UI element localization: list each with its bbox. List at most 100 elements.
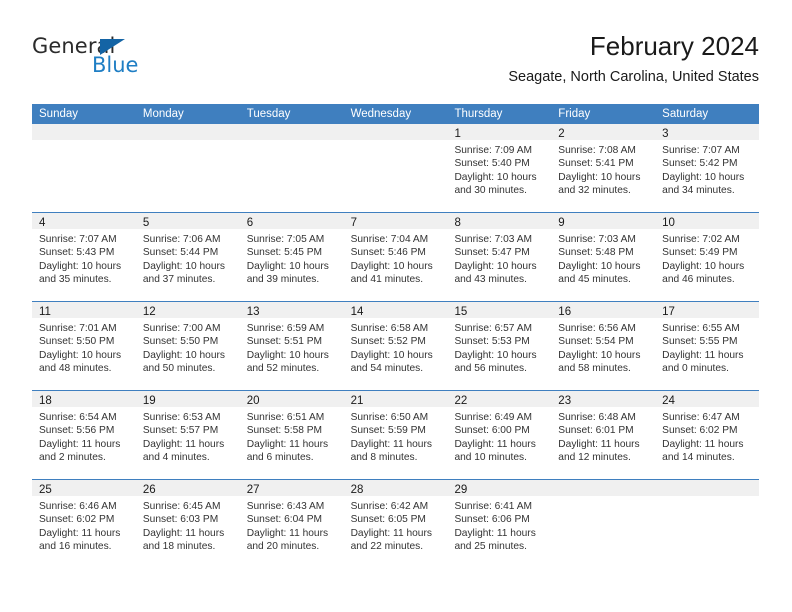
day-cell[interactable]: 16 Sunrise: 6:56 AM Sunset: 5:54 PM Dayligh… <box>551 302 656 390</box>
day-detail-line: Sunset: 5:43 PM <box>39 247 115 259</box>
day-number-band: 12 <box>135 302 240 318</box>
day-cell-details: Sunrise: 6:51 AM Sunset: 5:58 PM Daylight:… <box>240 407 344 465</box>
weekday-header-thursday: Thursday <box>454 108 503 120</box>
day-detail-line: Sunrise: 6:43 AM <box>246 501 325 512</box>
day-number-band: 14 <box>343 302 448 318</box>
general-blue-logo[interactable]: General Blue <box>32 34 212 90</box>
day-number: 2 <box>558 128 565 140</box>
day-cell[interactable]: 6 Sunrise: 7:05 AM Sunset: 5:45 PM Daylight… <box>239 213 344 301</box>
day-detail-line: and 48 minutes. <box>39 363 112 375</box>
day-cell-empty <box>135 124 240 212</box>
day-detail-line: and 12 minutes. <box>558 452 631 464</box>
day-number-band: 27 <box>239 480 344 496</box>
day-detail-line: Sunset: 5:57 PM <box>142 425 219 437</box>
day-cell[interactable]: 14 Sunrise: 6:58 AM Sunset: 5:52 PM Dayligh… <box>343 302 448 390</box>
day-cell[interactable]: 15 Sunrise: 6:57 AM Sunset: 5:53 PM Dayligh… <box>447 302 552 390</box>
day-detail-line: and 54 minutes. <box>350 363 424 375</box>
day-detail-line: Sunrise: 6:59 AM <box>246 323 325 334</box>
day-cell[interactable]: 10 Sunrise: 7:02 AM Sunset: 5:49 PM Dayligh… <box>655 213 760 301</box>
day-detail-line: and 8 minutes. <box>350 452 418 464</box>
day-detail-line: and 10 minutes. <box>454 452 527 464</box>
day-number: 22 <box>454 395 468 407</box>
day-detail-line: Sunset: 5:44 PM <box>142 247 219 259</box>
day-detail-line: Sunrise: 7:09 AM <box>454 145 533 156</box>
day-cell[interactable]: 17 Sunrise: 6:55 AM Sunset: 5:55 PM Dayligh… <box>655 302 760 390</box>
day-detail-line: Daylight: 10 hours <box>350 260 433 272</box>
day-detail-line: Sunset: 5:58 PM <box>246 425 323 437</box>
day-cell[interactable]: 28 Sunrise: 6:42 AM Sunset: 6:05 PM Dayligh… <box>343 480 448 568</box>
day-detail-line: Sunrise: 7:00 AM <box>142 323 221 334</box>
day-cell[interactable]: 1 Sunrise: 7:09 AM Sunset: 5:40 PM Daylight… <box>447 124 552 212</box>
day-detail-line: Daylight: 10 hours <box>246 260 329 272</box>
day-number-band: 10 <box>655 213 760 229</box>
weekday-header-row: Sunday Monday Tuesday Wednesday Thursday Frid… <box>32 104 759 124</box>
day-cell[interactable]: 27 Sunrise: 6:43 AM Sunset: 6:04 PM Dayligh… <box>239 480 344 568</box>
day-cell-details: Sunrise: 7:03 AM Sunset: 5:48 PM Daylight:… <box>551 229 655 287</box>
day-detail-line: Sunset: 5:59 PM <box>350 425 426 437</box>
day-cell[interactable]: 22 Sunrise: 6:49 AM Sunset: 6:00 PM Dayligh… <box>447 391 552 479</box>
day-detail-line: and 43 minutes. <box>454 274 527 286</box>
day-detail-line: and 34 minutes. <box>662 185 735 197</box>
day-detail-line: Daylight: 10 hours <box>454 260 537 272</box>
day-cell[interactable]: 3 Sunrise: 7:07 AM Sunset: 5:42 PM Daylight… <box>655 124 760 212</box>
day-cell[interactable]: 9 Sunrise: 7:03 AM Sunset: 5:48 PM Daylight… <box>551 213 656 301</box>
day-cell[interactable]: 18 Sunrise: 6:54 AM Sunset: 5:56 PM Dayligh… <box>32 391 136 479</box>
day-cell[interactable]: 26 Sunrise: 6:45 AM Sunset: 6:03 PM Dayligh… <box>135 480 240 568</box>
day-cell[interactable]: 25 Sunrise: 6:46 AM Sunset: 6:02 PM Dayligh… <box>32 480 136 568</box>
day-cell[interactable]: 11 Sunrise: 7:01 AM Sunset: 5:50 PM Dayligh… <box>32 302 136 390</box>
day-detail-line: Sunrise: 7:03 AM <box>558 234 636 245</box>
day-cell[interactable]: 8 Sunrise: 7:03 AM Sunset: 5:47 PM Daylight… <box>447 213 552 301</box>
day-cell[interactable]: 12 Sunrise: 7:00 AM Sunset: 5:50 PM Dayligh… <box>135 302 240 390</box>
weekday-header-monday: Monday <box>142 108 184 120</box>
day-detail-line: Daylight: 11 hours <box>142 527 225 539</box>
day-cell[interactable]: 2 Sunrise: 7:08 AM Sunset: 5:41 PM Daylight… <box>551 124 656 212</box>
day-detail-line: and 18 minutes. <box>142 541 216 553</box>
day-cell-details: Sunrise: 7:03 AM Sunset: 5:47 PM Daylight:… <box>447 229 551 287</box>
day-cell[interactable]: 4 Sunrise: 7:07 AM Sunset: 5:43 PM Daylight… <box>32 213 136 301</box>
day-detail-line: Daylight: 11 hours <box>39 438 121 450</box>
day-number-band <box>32 124 136 140</box>
day-detail-line: Sunrise: 6:56 AM <box>558 323 636 334</box>
page-header: General Blue February 2024 Seagate, Nort… <box>32 30 759 98</box>
day-cell[interactable]: 21 Sunrise: 6:50 AM Sunset: 5:59 PM Dayligh… <box>343 391 448 479</box>
day-detail-line: Daylight: 10 hours <box>558 349 641 361</box>
day-number: 18 <box>39 395 52 407</box>
day-detail-line: Sunset: 6:05 PM <box>350 514 426 526</box>
day-cell[interactable]: 19 Sunrise: 6:53 AM Sunset: 5:57 PM Dayligh… <box>135 391 240 479</box>
day-detail-line: and 14 minutes. <box>662 452 735 464</box>
day-detail-line: Sunset: 5:48 PM <box>558 247 634 259</box>
day-detail-line: Sunset: 5:45 PM <box>246 247 323 259</box>
day-number: 1 <box>454 128 461 140</box>
day-cell[interactable]: 20 Sunrise: 6:51 AM Sunset: 5:58 PM Dayligh… <box>239 391 344 479</box>
day-detail-line: Sunset: 6:00 PM <box>454 425 530 437</box>
day-number-band: 6 <box>239 213 344 229</box>
day-cell[interactable]: 29 Sunrise: 6:41 AM Sunset: 6:06 PM Dayligh… <box>447 480 552 568</box>
day-detail-line: and 4 minutes. <box>142 452 210 464</box>
day-detail-line: Sunset: 5:47 PM <box>454 247 530 259</box>
day-cell-details <box>240 140 344 144</box>
day-cell-details: Sunrise: 7:02 AM Sunset: 5:49 PM Daylight:… <box>655 229 759 287</box>
day-cell[interactable]: 23 Sunrise: 6:48 AM Sunset: 6:01 PM Dayligh… <box>551 391 656 479</box>
day-cell[interactable]: 7 Sunrise: 7:04 AM Sunset: 5:46 PM Daylight… <box>343 213 448 301</box>
day-detail-line: Sunrise: 6:46 AM <box>39 501 117 512</box>
day-cell-details <box>344 140 448 144</box>
day-cell[interactable]: 5 Sunrise: 7:06 AM Sunset: 5:44 PM Daylight… <box>135 213 240 301</box>
day-detail-line: Daylight: 11 hours <box>350 527 432 539</box>
day-cell[interactable]: 24 Sunrise: 6:47 AM Sunset: 6:02 PM Dayligh… <box>655 391 760 479</box>
day-cell-details: Sunrise: 7:08 AM Sunset: 5:41 PM Daylight:… <box>551 140 655 198</box>
day-detail-line: Sunrise: 7:07 AM <box>662 145 740 156</box>
day-number-band: 22 <box>447 391 552 407</box>
day-cell[interactable]: 13 Sunrise: 6:59 AM Sunset: 5:51 PM Dayligh… <box>239 302 344 390</box>
day-cell-details: Sunrise: 6:53 AM Sunset: 5:57 PM Daylight:… <box>136 407 240 465</box>
day-detail-line: Daylight: 11 hours <box>558 438 640 450</box>
day-detail-line: Sunset: 5:55 PM <box>662 336 738 348</box>
day-number: 29 <box>454 484 468 496</box>
weekday-header-wednesday: Wednesday <box>350 108 412 120</box>
calendar-week-row: 1 Sunrise: 7:09 AM Sunset: 5:40 PM Daylight… <box>32 124 760 212</box>
day-detail-line: Sunrise: 6:45 AM <box>142 501 221 512</box>
day-detail-line: Daylight: 10 hours <box>246 349 329 361</box>
day-number: 10 <box>662 217 675 229</box>
day-number-band: 9 <box>551 213 656 229</box>
day-number-band: 3 <box>655 124 760 140</box>
day-cell-empty <box>655 480 760 568</box>
